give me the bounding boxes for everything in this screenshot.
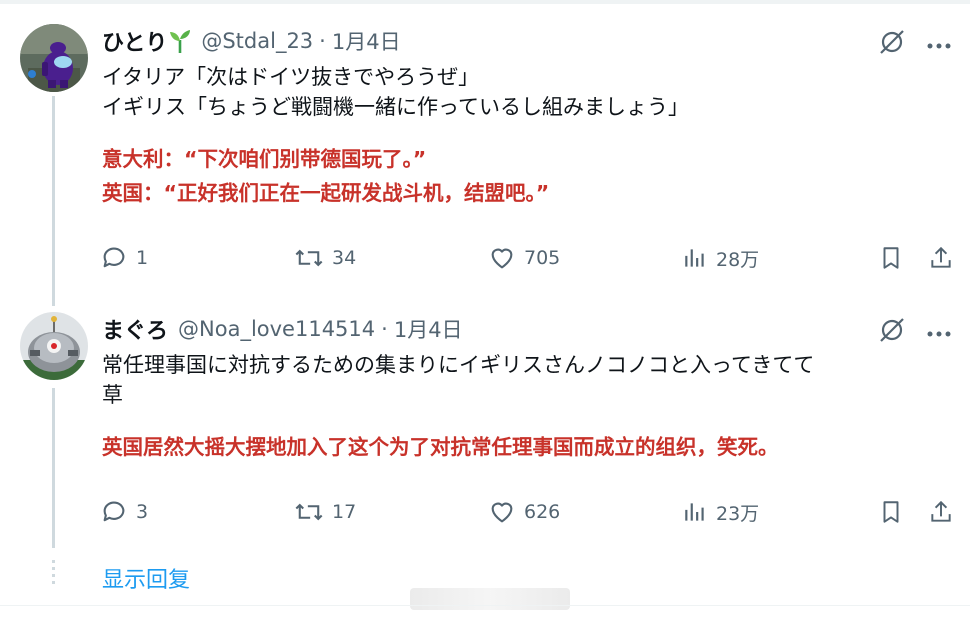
grok-icon[interactable] — [878, 316, 906, 348]
view-count: 28万 — [716, 248, 760, 271]
bookmark-icon — [883, 247, 899, 269]
reply-icon — [103, 247, 125, 268]
reply-count: 3 — [136, 501, 149, 523]
share-button[interactable] — [928, 244, 954, 272]
thread-dots — [52, 560, 55, 588]
translation-text: 意大利：“下次咱们别带德国玩了。” 英国：“正好我们正在一起研发战斗机，结盟吧。… — [102, 142, 962, 210]
retweet-count: 17 — [332, 501, 357, 523]
retweet-count: 34 — [332, 247, 357, 269]
reply-count: 1 — [136, 247, 149, 269]
views-icon — [685, 249, 704, 267]
show-replies-link[interactable]: 显示回复 — [102, 562, 190, 594]
more-icon[interactable] — [926, 323, 952, 342]
retweet-icon — [295, 503, 323, 521]
timestamp[interactable]: 1月4日 — [332, 26, 401, 56]
tweet-text-line: イギリス「ちょうど戦闘機一緒に作っているし組みましょう」 — [102, 95, 689, 119]
translation-line: 英国：“正好我们正在一起研发战斗机，结盟吧。” — [102, 181, 550, 205]
more-icon[interactable] — [926, 35, 952, 54]
tweet-text: 常任理事国に対抗するための集まりにイギリスさんノコノコと入ってきてて 草 — [102, 350, 952, 410]
avatar[interactable] — [20, 24, 88, 92]
watermark — [410, 588, 570, 610]
thread-line — [52, 96, 55, 306]
retweet-button[interactable]: 17 — [294, 498, 356, 526]
share-icon — [931, 246, 951, 268]
grok-icon[interactable] — [878, 28, 906, 60]
bookmark-button[interactable] — [878, 498, 904, 526]
views-button[interactable]: 28万 — [682, 244, 759, 272]
action-bar: 1 34 705 28万 — [100, 244, 960, 274]
tweet-top-actions — [878, 28, 952, 60]
thread-line — [52, 388, 55, 548]
sprout-emoji-icon — [169, 28, 191, 54]
display-name[interactable]: ひとり — [102, 25, 167, 57]
heart-icon — [491, 502, 513, 523]
bookmark-button[interactable] — [878, 244, 904, 272]
tweet-header: ひとり @Stdal_23 · 1月4日 — [102, 26, 401, 56]
tweet-text-line: 常任理事国に対抗するための集まりにイギリスさんノコノコと入ってきてて — [102, 353, 815, 377]
tweet-top-actions — [878, 316, 952, 348]
like-count: 705 — [524, 247, 561, 269]
heart-icon — [491, 248, 513, 269]
separator-dot: · — [319, 29, 326, 53]
bookmark-icon — [883, 501, 899, 523]
share-button[interactable] — [928, 498, 954, 526]
reply-button[interactable]: 1 — [100, 244, 148, 272]
view-count: 23万 — [716, 502, 760, 525]
translation-text: 英国居然大摇大摆地加入了这个为了对抗常任理事国而成立的组织，笑死。 — [102, 430, 962, 464]
bottom-divider — [0, 605, 970, 606]
views-button[interactable]: 23万 — [682, 498, 759, 526]
tweet-text-line: イタリア「次はドイツ抜きでやろうぜ」 — [102, 65, 480, 89]
like-count: 626 — [524, 501, 561, 523]
avatar[interactable] — [20, 312, 88, 380]
reply-button[interactable]: 3 — [100, 498, 148, 526]
tweet-2[interactable]: まぐろ @Noa_love114514 · 1月4日 常任理事国に対抗するための… — [0, 306, 970, 551]
share-icon — [931, 500, 951, 522]
tweet-text: イタリア「次はドイツ抜きでやろうぜ」 イギリス「ちょうど戦闘機一緒に作っているし… — [102, 62, 952, 122]
reply-icon — [103, 501, 125, 522]
tweet-1[interactable]: ひとり @Stdal_23 · 1月4日 イタリア「次はドイツ抜きでやろうぜ」 … — [0, 0, 970, 306]
display-name[interactable]: まぐろ — [102, 313, 168, 345]
handle[interactable]: @Stdal_23 — [201, 29, 313, 53]
timestamp[interactable]: 1月4日 — [394, 314, 463, 344]
translation-line: 英国居然大摇大摆地加入了这个为了对抗常任理事国而成立的组织，笑死。 — [102, 435, 779, 459]
retweet-button[interactable]: 34 — [294, 244, 356, 272]
action-bar: 3 17 626 23万 — [100, 498, 960, 528]
tweet-text-line: 草 — [102, 383, 123, 407]
like-button[interactable]: 626 — [488, 498, 560, 526]
handle[interactable]: @Noa_love114514 — [178, 317, 375, 341]
like-button[interactable]: 705 — [488, 244, 560, 272]
retweet-icon — [295, 249, 323, 267]
tweet-header: まぐろ @Noa_love114514 · 1月4日 — [102, 314, 463, 344]
views-icon — [685, 503, 704, 521]
translation-line: 意大利：“下次咱们别带德国玩了。” — [102, 147, 427, 171]
separator-dot: · — [381, 317, 388, 341]
